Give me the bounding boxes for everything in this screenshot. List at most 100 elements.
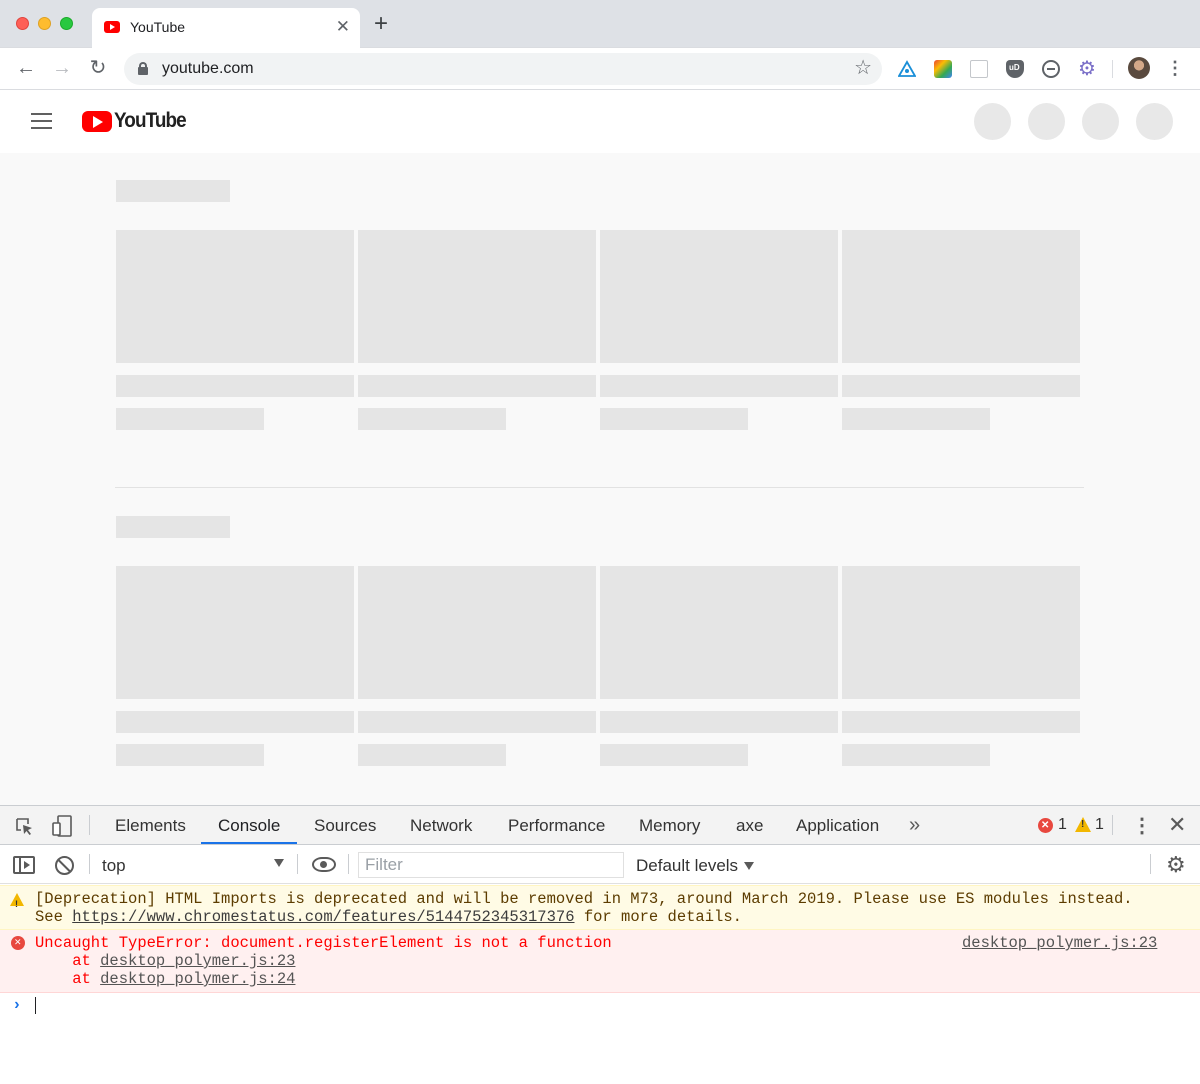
title-skeleton bbox=[116, 375, 354, 397]
title-skeleton bbox=[600, 375, 838, 397]
live-expression-eye-icon[interactable] bbox=[312, 857, 336, 872]
warning-count[interactable]: 1 bbox=[1095, 816, 1104, 834]
execution-context-label: top bbox=[102, 856, 126, 875]
tab-axe[interactable]: axe bbox=[736, 816, 763, 836]
thumbnail-skeleton bbox=[358, 566, 596, 699]
more-tabs-icon[interactable]: » bbox=[909, 814, 920, 837]
tab-application[interactable]: Application bbox=[796, 816, 879, 836]
lock-icon[interactable] bbox=[138, 62, 148, 75]
warning-text: [Deprecation] HTML Imports is deprecated… bbox=[35, 890, 1133, 908]
title-skeleton bbox=[842, 711, 1080, 733]
thumbnail-skeleton bbox=[116, 566, 354, 699]
color-picker-extension-icon[interactable] bbox=[934, 60, 952, 78]
meta-skeleton bbox=[116, 408, 264, 430]
stack-frame-link[interactable]: desktop_polymer.js:24 bbox=[100, 970, 295, 988]
title-skeleton bbox=[116, 711, 354, 733]
header-placeholder-button bbox=[1136, 103, 1173, 140]
chrome-menu-icon[interactable]: ⋮ bbox=[1166, 56, 1184, 80]
window-close-button[interactable] bbox=[16, 17, 29, 30]
window-minimize-button[interactable] bbox=[38, 17, 51, 30]
device-toolbar-icon[interactable] bbox=[52, 815, 72, 837]
toolbar-divider bbox=[89, 815, 90, 835]
title-skeleton bbox=[358, 711, 596, 733]
console-filter-input[interactable] bbox=[358, 852, 624, 878]
inspect-element-icon[interactable] bbox=[14, 816, 34, 836]
ublock-extension-icon[interactable] bbox=[1006, 60, 1024, 78]
browser-tab[interactable]: YouTube ✕ bbox=[92, 8, 360, 48]
title-skeleton bbox=[842, 375, 1080, 397]
youtube-logo-text: YouTube bbox=[114, 109, 187, 132]
header-placeholder-button bbox=[974, 103, 1011, 140]
forward-arrow-icon[interactable]: → bbox=[50, 56, 74, 80]
error-count-icon[interactable] bbox=[1038, 818, 1053, 833]
tab-performance[interactable]: Performance bbox=[508, 816, 605, 836]
toolbar-divider bbox=[89, 854, 90, 874]
devtools-close-icon[interactable]: ✕ bbox=[1168, 812, 1186, 838]
meta-skeleton bbox=[358, 408, 506, 430]
youtube-masthead: YouTube bbox=[0, 90, 1200, 153]
stack-at: at bbox=[35, 952, 101, 970]
meta-skeleton bbox=[116, 744, 264, 766]
thumbnail-skeleton bbox=[358, 230, 596, 363]
section-divider bbox=[115, 487, 1084, 488]
error-count[interactable]: 1 bbox=[1058, 816, 1067, 834]
hamburger-menu-icon[interactable] bbox=[31, 113, 52, 129]
window-maximize-button[interactable] bbox=[60, 17, 73, 30]
url-text[interactable]: youtube.com bbox=[162, 60, 254, 78]
clear-console-icon[interactable] bbox=[55, 856, 74, 875]
gear-extension-icon[interactable]: ⚙ bbox=[1078, 59, 1096, 79]
new-tab-button[interactable]: + bbox=[374, 12, 388, 36]
title-skeleton bbox=[358, 375, 596, 397]
console-error-message: Uncaught TypeError: document.registerEle… bbox=[0, 930, 1200, 993]
tab-elements[interactable]: Elements bbox=[115, 816, 186, 836]
toolbar-divider bbox=[348, 854, 349, 874]
tab-title: YouTube bbox=[130, 19, 186, 35]
meta-skeleton bbox=[842, 744, 990, 766]
console-warning-message: [Deprecation] HTML Imports is deprecated… bbox=[0, 885, 1200, 930]
toolbar-divider bbox=[1112, 815, 1113, 835]
address-bar[interactable]: youtube.com ☆ bbox=[124, 53, 882, 85]
thumbnail-skeleton bbox=[600, 566, 838, 699]
tab-sources[interactable]: Sources bbox=[314, 816, 376, 836]
console-input-caret[interactable] bbox=[35, 997, 36, 1014]
stack-frame: at desktop_polymer.js:24 bbox=[35, 970, 1200, 988]
warning-icon bbox=[10, 893, 24, 913]
tab-memory[interactable]: Memory bbox=[639, 816, 700, 836]
execution-context-select[interactable]: top bbox=[94, 851, 290, 878]
tab-strip: YouTube ✕ + bbox=[0, 0, 1200, 48]
thumbnail-skeleton bbox=[842, 566, 1080, 699]
bookmark-star-icon[interactable]: ☆ bbox=[854, 58, 872, 78]
accessibility-extension-icon[interactable] bbox=[898, 60, 916, 78]
thumbnail-skeleton bbox=[116, 230, 354, 363]
tab-close-icon[interactable]: ✕ bbox=[336, 18, 350, 35]
devtools-menu-icon[interactable]: ⋮ bbox=[1132, 813, 1152, 838]
chevron-down-icon bbox=[744, 862, 754, 870]
log-levels-label: Default levels bbox=[636, 856, 739, 875]
meta-skeleton bbox=[600, 744, 748, 766]
header-placeholder-button bbox=[1082, 103, 1119, 140]
stack-frame-link[interactable]: desktop_polymer.js:23 bbox=[100, 952, 295, 970]
meta-skeleton bbox=[600, 408, 748, 430]
warning-count-icon[interactable] bbox=[1075, 817, 1091, 832]
tab-console[interactable]: Console bbox=[218, 816, 280, 836]
chromestatus-link[interactable]: https://www.chromestatus.com/features/51… bbox=[72, 908, 574, 926]
section-title-skeleton bbox=[116, 180, 230, 202]
meta-skeleton bbox=[842, 408, 990, 430]
console-prompt-icon: › bbox=[12, 996, 22, 1014]
back-arrow-icon[interactable]: ← bbox=[14, 56, 38, 80]
tab-network[interactable]: Network bbox=[410, 816, 472, 836]
reload-icon[interactable]: ↻ bbox=[86, 56, 110, 80]
profile-avatar[interactable] bbox=[1128, 57, 1150, 79]
error-source-link[interactable]: desktop_polymer.js:23 bbox=[962, 934, 1157, 952]
console-settings-gear-icon[interactable]: ⚙ bbox=[1166, 854, 1186, 876]
toolbar-divider bbox=[1112, 60, 1113, 78]
youtube-play-icon bbox=[82, 111, 112, 132]
toolbar-divider bbox=[297, 854, 298, 874]
title-skeleton bbox=[600, 711, 838, 733]
stack-frame: at desktop_polymer.js:23 bbox=[35, 952, 1200, 970]
blank-extension-icon[interactable] bbox=[970, 60, 988, 78]
stack-at: at bbox=[35, 970, 101, 988]
console-sidebar-toggle-icon[interactable] bbox=[13, 856, 35, 874]
meta-skeleton bbox=[358, 744, 506, 766]
block-extension-icon[interactable] bbox=[1042, 60, 1060, 78]
